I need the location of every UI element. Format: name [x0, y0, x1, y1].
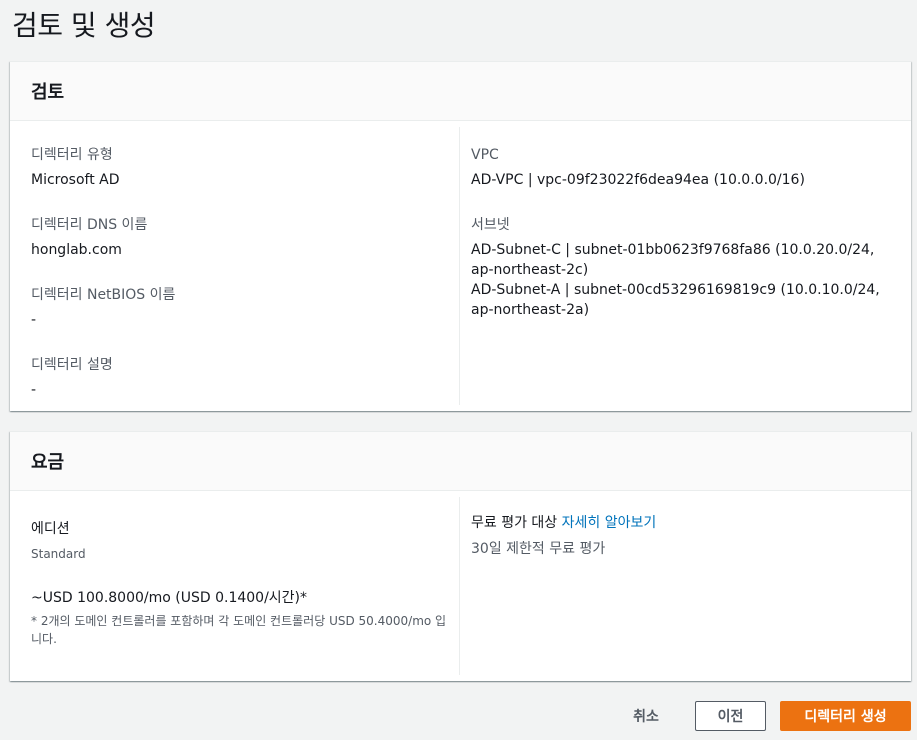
- directory-type-value: Microsoft AD: [31, 172, 120, 188]
- directory-type-label: 디렉터리 유형: [31, 147, 113, 163]
- price-footnote: * 2개의 도메인 컨트롤러를 포함하며 각 도메인 컨트롤러당 USD 50.…: [31, 614, 447, 646]
- free-trial-text: 무료 평가 대상: [471, 515, 558, 531]
- column-divider: [459, 127, 460, 405]
- pricing-card: 요금 에디션 Standard ~USD 100.8000/mo (USD 0.…: [10, 431, 911, 681]
- price-text: ~USD 100.8000/mo (USD 0.1400/시간)*: [31, 590, 308, 606]
- directory-type-field: 디렉터리 유형 Microsoft AD: [31, 145, 441, 190]
- free-trial-line: 무료 평가 대상 자세히 알아보기: [471, 513, 891, 533]
- vpc-label: VPC: [471, 147, 499, 163]
- netbios-name-label: 디렉터리 NetBIOS 이름: [31, 287, 176, 303]
- description-field: 디렉터리 설명 -: [31, 355, 441, 400]
- page-title: 검토 및 생성: [12, 9, 156, 42]
- description-value: -: [31, 382, 37, 398]
- dns-name-label: 디렉터리 DNS 이름: [31, 217, 148, 233]
- cancel-button[interactable]: 취소: [616, 701, 676, 731]
- edition-value: Standard: [31, 547, 86, 561]
- pricing-card-header: 요금: [10, 432, 911, 491]
- dns-name-value: honglab.com: [31, 242, 122, 258]
- vpc-value: AD-VPC | vpc-09f23022f6dea94ea (10.0.0.0…: [471, 172, 805, 188]
- description-label: 디렉터리 설명: [31, 357, 113, 373]
- netbios-name-value: -: [31, 312, 37, 328]
- subnet-value: AD-Subnet-A | subnet-00cd53296169819c9 (…: [471, 282, 880, 318]
- netbios-name-field: 디렉터리 NetBIOS 이름 -: [31, 285, 441, 330]
- edition-label: 에디션: [31, 521, 70, 537]
- dns-name-field: 디렉터리 DNS 이름 honglab.com: [31, 215, 441, 260]
- previous-button[interactable]: 이전: [695, 701, 766, 731]
- learn-more-link[interactable]: 자세히 알아보기: [562, 515, 657, 531]
- trial-description: 30일 제한적 무료 평가: [471, 541, 606, 557]
- create-directory-button[interactable]: 디렉터리 생성: [780, 701, 911, 731]
- review-card: 검토 디렉터리 유형 Microsoft AD 디렉터리 DNS 이름 hong…: [10, 61, 911, 411]
- review-card-header: 검토: [10, 62, 911, 121]
- subnet-value: AD-Subnet-C | subnet-01bb0623f9768fa86 (…: [471, 242, 875, 278]
- subnets-field: 서브넷 AD-Subnet-C | subnet-01bb0623f9768fa…: [471, 215, 881, 320]
- subnets-label: 서브넷: [471, 217, 510, 233]
- column-divider: [459, 497, 460, 675]
- vpc-field: VPC AD-VPC | vpc-09f23022f6dea94ea (10.0…: [471, 145, 881, 190]
